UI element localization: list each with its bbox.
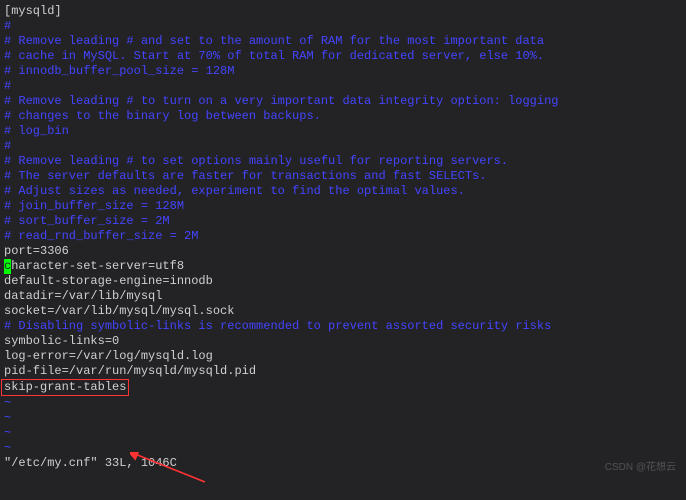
code-line: # Remove leading # and set to the amount…	[4, 34, 682, 49]
code-line: #	[4, 79, 682, 94]
code-line: #	[4, 139, 682, 154]
code-line: pid-file=/var/run/mysqld/mysqld.pid	[4, 364, 682, 379]
code-line: port=3306	[4, 244, 682, 259]
code-line: # sort_buffer_size = 2M	[4, 214, 682, 229]
code-line: # Remove leading # to turn on a very imp…	[4, 94, 682, 109]
editor-content[interactable]: [mysqld]## Remove leading # and set to t…	[4, 4, 682, 456]
code-line: ~	[4, 426, 682, 441]
code-line: skip-grant-tables	[4, 379, 682, 396]
code-line: # read_rnd_buffer_size = 2M	[4, 229, 682, 244]
code-line: symbolic-links=0	[4, 334, 682, 349]
status-line: "/etc/my.cnf" 33L, 1046C	[4, 456, 682, 471]
code-line: # cache in MySQL. Start at 70% of total …	[4, 49, 682, 64]
code-line: # Adjust sizes as needed, experiment to …	[4, 184, 682, 199]
highlighted-text: skip-grant-tables	[1, 379, 129, 396]
code-line: # join_buffer_size = 128M	[4, 199, 682, 214]
code-line: # innodb_buffer_pool_size = 128M	[4, 64, 682, 79]
cursor: c	[4, 259, 11, 274]
code-line: ~	[4, 441, 682, 456]
code-line: # Remove leading # to set options mainly…	[4, 154, 682, 169]
code-line: character-set-server=utf8	[4, 259, 682, 274]
code-line: #	[4, 19, 682, 34]
code-line: socket=/var/lib/mysql/mysql.sock	[4, 304, 682, 319]
watermark: CSDN @花想云	[605, 460, 676, 475]
code-line: # The server defaults are faster for tra…	[4, 169, 682, 184]
code-line: [mysqld]	[4, 4, 682, 19]
code-line: log-error=/var/log/mysqld.log	[4, 349, 682, 364]
code-line: # changes to the binary log between back…	[4, 109, 682, 124]
code-line: # Disabling symbolic-links is recommende…	[4, 319, 682, 334]
code-line: # log_bin	[4, 124, 682, 139]
code-line: datadir=/var/lib/mysql	[4, 289, 682, 304]
code-line: default-storage-engine=innodb	[4, 274, 682, 289]
code-line: ~	[4, 396, 682, 411]
code-line: ~	[4, 411, 682, 426]
